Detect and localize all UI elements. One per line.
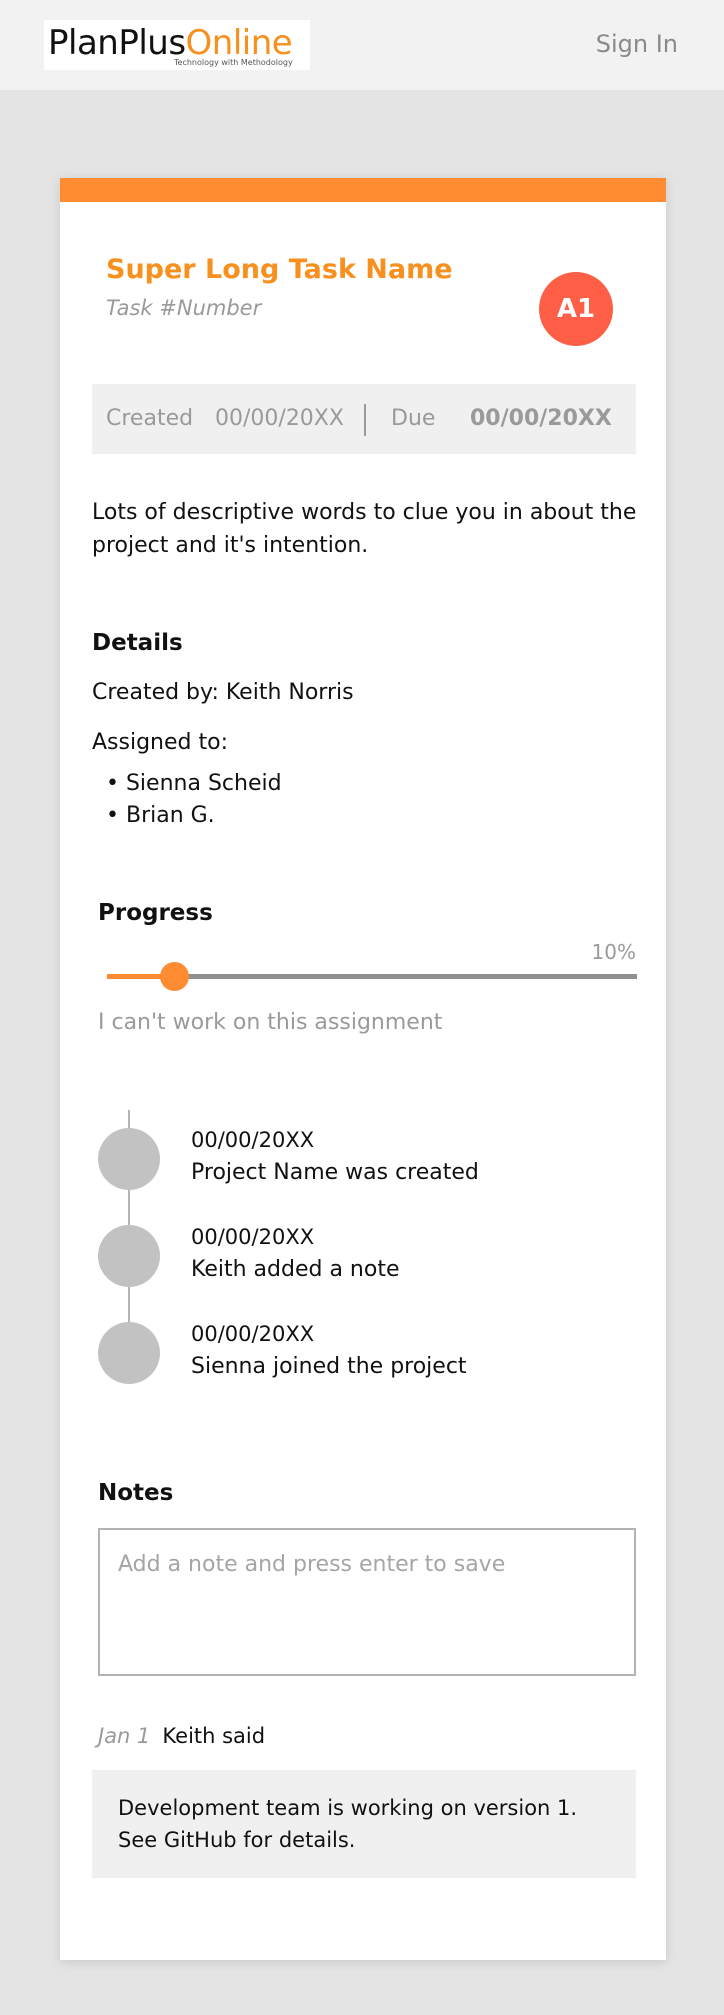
sign-in-link[interactable]: Sign In bbox=[596, 30, 678, 58]
assignee-item: • Brian G. bbox=[106, 803, 215, 828]
progress-heading: Progress bbox=[98, 900, 213, 926]
timeline-date: 00/00/20XX bbox=[191, 1128, 315, 1152]
timeline-item: 00/00/20XX Keith added a note bbox=[98, 1225, 618, 1291]
top-bar: PlanPlusOnline Technology with Methodolo… bbox=[0, 0, 724, 90]
progress-slider[interactable] bbox=[107, 962, 637, 991]
timeline-item: 00/00/20XX Project Name was created bbox=[98, 1128, 618, 1194]
note-meta: Jan 1 Keith said bbox=[98, 1724, 265, 1748]
avatar[interactable]: A1 bbox=[539, 272, 613, 346]
task-title: Super Long Task Name bbox=[106, 254, 453, 285]
timeline-text: Project Name was created bbox=[191, 1160, 479, 1185]
progress-percent: 10% bbox=[591, 940, 636, 964]
created-label: Created bbox=[106, 406, 194, 431]
timeline-dot bbox=[98, 1225, 160, 1287]
timeline-date: 00/00/20XX bbox=[191, 1225, 315, 1249]
planplus-logo[interactable]: PlanPlusOnline Technology with Methodolo… bbox=[44, 20, 310, 70]
created-date: 00/00/20XX bbox=[215, 406, 344, 431]
note-author: Keith said bbox=[162, 1724, 266, 1748]
task-card: Super Long Task Name Task #Number A1 Cre… bbox=[60, 178, 666, 1960]
timeline-text: Keith added a note bbox=[191, 1257, 400, 1282]
logo-tagline: Technology with Methodology bbox=[174, 58, 293, 67]
task-description: Lots of descriptive words to clue you in… bbox=[92, 500, 637, 558]
task-dates-bar: Created 00/00/20XX Due 00/00/20XX bbox=[92, 384, 636, 454]
assignee-list: • Sienna Scheid • Brian G. bbox=[106, 768, 282, 832]
cant-work-link[interactable]: I can't work on this assignment bbox=[98, 1010, 442, 1035]
note-body: Development team is working on version 1… bbox=[92, 1770, 636, 1878]
assigned-to-label: Assigned to: bbox=[92, 730, 228, 755]
timeline-item: 00/00/20XX Sienna joined the project bbox=[98, 1322, 618, 1388]
note-date: Jan 1 bbox=[98, 1724, 151, 1748]
task-number: Task #Number bbox=[106, 296, 262, 320]
details-heading: Details bbox=[92, 630, 183, 656]
timeline-date: 00/00/20XX bbox=[191, 1322, 315, 1346]
dates-divider bbox=[364, 404, 366, 436]
due-date: 00/00/20XX bbox=[470, 406, 612, 431]
timeline-dot bbox=[98, 1128, 160, 1190]
progress-slider-thumb[interactable] bbox=[160, 962, 189, 991]
due-label: Due bbox=[391, 406, 436, 431]
note-input[interactable] bbox=[98, 1528, 636, 1676]
assignee-item: • Sienna Scheid bbox=[106, 771, 282, 796]
timeline-text: Sienna joined the project bbox=[191, 1354, 467, 1379]
created-by-text: Created by: Keith Norris bbox=[92, 680, 354, 705]
logo-online-text: Online bbox=[185, 23, 293, 63]
notes-heading: Notes bbox=[98, 1480, 174, 1506]
timeline-dot bbox=[98, 1322, 160, 1384]
logo-plan-text: PlanPlus bbox=[48, 23, 186, 63]
